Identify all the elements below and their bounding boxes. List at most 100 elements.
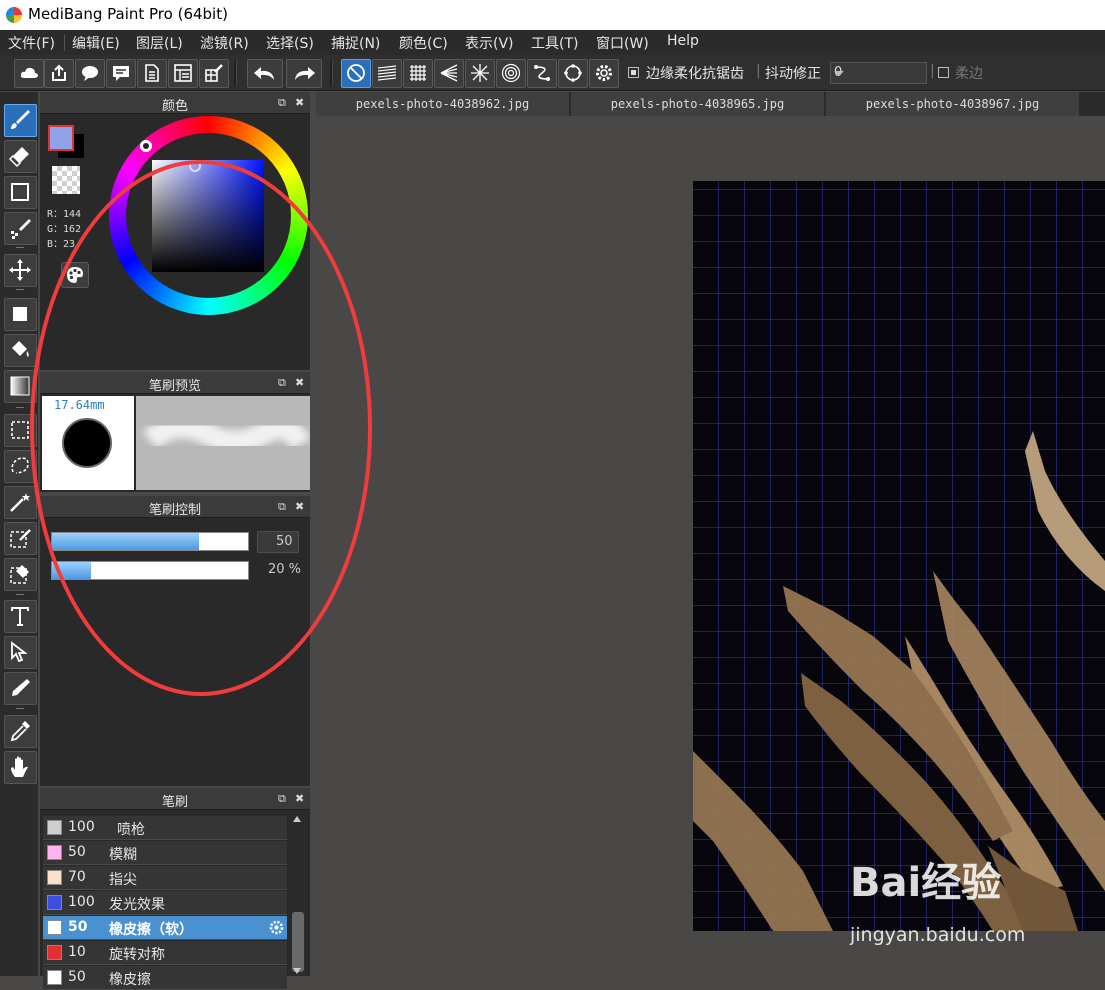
menu-view[interactable]: 表示(V) [465,33,514,53]
page-button[interactable] [137,59,167,88]
scroll-up-icon[interactable] [293,816,301,822]
tool-strip [0,92,38,976]
select-eraser-icon [10,565,29,584]
watermark-url: jingyan.baidu.com [850,924,1026,946]
canvas-area[interactable] [316,116,1105,976]
tab-photo-4038967[interactable]: pexels-photo-4038967.jpg [826,92,1080,116]
cross-snap-button[interactable] [403,59,433,88]
brush-item-eraser[interactable]: 50 橡皮擦 [43,966,287,990]
redo-icon [295,67,315,80]
curve-icon [534,65,550,81]
bucket-tool[interactable] [4,334,37,367]
color-panel-header: 颜色 ⧉ ✖ [40,92,310,114]
antialias-checkbox[interactable] [628,67,639,78]
brush-item-blur[interactable]: 50 模糊 [43,841,287,865]
fill-rectangle-tool[interactable] [4,298,37,331]
brush-color-swatch [47,895,62,910]
select-pen-icon [10,529,31,548]
speech-bubble-button[interactable] [75,59,105,88]
redo-button[interactable] [286,59,322,88]
brush-list-title: 笔刷 [161,795,188,810]
tab-photo-4038962[interactable]: pexels-photo-4038962.jpg [316,92,570,116]
foreground-color-swatch[interactable] [48,125,74,151]
share-button[interactable] [44,59,74,88]
select-eraser-tool[interactable] [4,558,37,591]
concentric-circles-icon [501,63,521,83]
filled-square-icon [13,307,27,321]
parallel-snap-button[interactable] [372,59,402,88]
menu-select[interactable]: 选择(S) [266,33,314,53]
brush-item-soft-eraser[interactable]: 50 橡皮擦（软） [43,916,287,940]
menu-window[interactable]: 窗口(W) [596,33,649,53]
select-pen-tool[interactable] [4,522,37,555]
speech-bubble-icon [82,66,98,81]
share-icon [52,64,66,81]
frame-button[interactable] [168,59,198,88]
menu-file[interactable]: 文件(F) [8,33,55,53]
eyedropper-tool[interactable] [4,715,37,748]
vanishing-point-button[interactable] [434,59,464,88]
stabilizer-dropdown[interactable]: 0 [830,62,927,84]
brush-tool[interactable] [4,104,37,137]
undock-icon[interactable]: ⧉ [278,96,286,109]
document-icon [145,64,159,82]
gear-icon [596,65,612,81]
watermark-brand: Bai经验 [850,860,1002,906]
hand-tool[interactable] [4,751,37,784]
eraser-tool[interactable] [4,140,37,173]
menu-snap[interactable]: 捕捉(N) [331,33,380,53]
magic-wand-tool[interactable] [4,486,37,519]
move-tool[interactable] [4,254,37,287]
rectangle-tool[interactable] [4,176,37,209]
hue-ring-handle[interactable] [140,140,152,152]
operation-tool[interactable] [4,636,37,669]
brush-color-swatch [47,870,62,885]
dot-brush-tool[interactable] [4,212,37,245]
undock-icon[interactable]: ⧉ [278,792,286,805]
balloon-button[interactable] [106,59,136,88]
soft-edge-checkbox[interactable] [938,67,949,78]
gradient-icon [10,376,30,396]
circle-snap-button[interactable] [558,59,588,88]
brush-list-panel: 笔刷 ⧉ ✖ 100 喷枪 50 模糊 70 指尖 100 发光效果 50 橡皮… [40,788,310,990]
snap-off-button[interactable] [341,59,371,88]
snap-settings-button[interactable] [589,59,619,88]
brush-item-finger[interactable]: 70 指尖 [43,866,287,890]
close-icon[interactable]: ✖ [295,792,304,805]
menu-layer[interactable]: 图层(L) [136,33,183,53]
transparent-color-swatch[interactable] [52,166,80,194]
menu-edit[interactable]: 编辑(E) [72,33,120,53]
brush-settings-gear-icon[interactable] [268,919,285,936]
tab-photo-4038965[interactable]: pexels-photo-4038965.jpg [571,92,825,116]
cloud-button[interactable] [14,59,44,88]
brush-item-glow[interactable]: 100 发光效果 [43,891,287,915]
brush-color-swatch [47,845,62,860]
red-value: R：144 [47,209,82,220]
edit-page-button[interactable] [199,59,229,88]
text-icon [11,607,29,626]
brush-list-scrollbar[interactable] [288,812,307,976]
undo-button[interactable] [247,59,283,88]
divide-tool[interactable] [4,672,37,705]
curve-snap-button[interactable] [527,59,557,88]
scrollbar-thumb[interactable] [292,912,304,972]
concentric-snap-button[interactable] [496,59,526,88]
brush-item-rotational-symmetry[interactable]: 10 旋转对称 [43,941,287,965]
parallel-lines-icon [377,65,397,81]
comment-icon [113,66,129,81]
menu-color[interactable]: 颜色(C) [399,33,448,53]
move-arrows-icon [9,259,31,281]
close-icon[interactable]: ✖ [295,96,304,109]
brush-item-airbrush[interactable]: 100 喷枪 [43,816,287,840]
image-canvas[interactable] [693,181,1105,931]
layout-icon [174,64,192,82]
scroll-down-icon[interactable] [293,968,301,974]
window-title: MediBang Paint Pro (64bit) [28,5,228,23]
eraser-icon [8,147,29,168]
menu-help[interactable]: Help [667,33,699,49]
radial-snap-button[interactable] [465,59,495,88]
text-tool[interactable] [4,600,37,633]
menu-tools[interactable]: 工具(T) [531,33,578,53]
annotation-ellipse [30,160,372,696]
menu-filter[interactable]: 滤镜(R) [200,33,249,53]
